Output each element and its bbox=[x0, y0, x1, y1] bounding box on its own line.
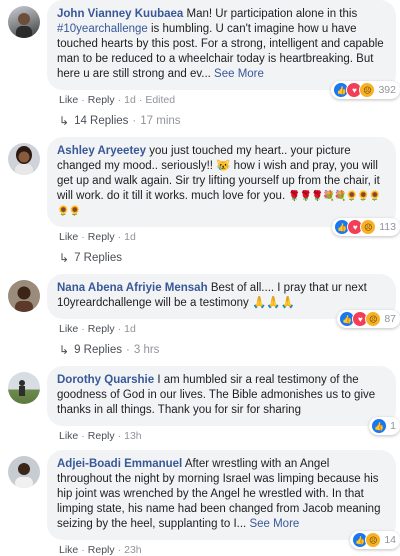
reply-link[interactable]: Reply bbox=[88, 430, 115, 442]
sad-icon: ☹ bbox=[360, 219, 377, 235]
reaction-count: 1 bbox=[390, 419, 396, 432]
comment: Nana Abena Afriyie Mensah Best of all...… bbox=[8, 274, 400, 357]
comment-actions: Like · Reply · 13h bbox=[59, 430, 142, 442]
see-more-link[interactable]: See More bbox=[214, 68, 264, 80]
reply-link[interactable]: Reply bbox=[88, 231, 115, 243]
replies-time: 17 mins bbox=[140, 115, 181, 127]
comment-bubble: Dorothy Quarshie I am humbled sir a real… bbox=[47, 366, 400, 435]
reaction-badge[interactable]: 👍 ☹ 14 bbox=[350, 531, 400, 549]
comment-time[interactable]: 1d bbox=[124, 231, 136, 243]
reaction-badge[interactable]: 👍 ♥ ☹ 113 bbox=[332, 218, 400, 236]
reply-link[interactable]: Reply bbox=[88, 94, 115, 106]
reply-arrow-icon: ↳ bbox=[59, 343, 70, 357]
comment-time[interactable]: 13h bbox=[124, 430, 142, 442]
replies-count[interactable]: 9 Replies bbox=[74, 344, 122, 356]
avatar[interactable] bbox=[8, 372, 40, 404]
comment: Dorothy Quarshie I am humbled sir a real… bbox=[8, 366, 400, 442]
reaction-badge[interactable]: 👍 ♥ ☹ 392 bbox=[331, 81, 400, 99]
like-icon: 👍 bbox=[371, 418, 388, 434]
reaction-badge[interactable]: 👍 ♥ ☹ 87 bbox=[337, 310, 400, 328]
like-link[interactable]: Like bbox=[59, 544, 78, 556]
like-link[interactable]: Like bbox=[59, 323, 78, 335]
comment-bubble: Ashley Aryeetey you just touched my hear… bbox=[47, 137, 400, 236]
edited-label: Edited bbox=[145, 94, 176, 106]
comment-actions: Like · Reply · 23h bbox=[59, 544, 142, 556]
like-link[interactable]: Like bbox=[59, 94, 78, 106]
avatar[interactable] bbox=[8, 6, 40, 38]
comment-time[interactable]: 23h bbox=[124, 544, 142, 556]
view-replies-link[interactable]: ↳ 7 Replies bbox=[59, 251, 396, 265]
comment-author[interactable]: Nana Abena Afriyie Mensah bbox=[57, 282, 208, 294]
comment: Adjei-Boadi Emmanuel After wrestling wit… bbox=[8, 450, 400, 556]
like-link[interactable]: Like bbox=[59, 231, 78, 243]
replies-time: 3 hrs bbox=[133, 344, 160, 356]
comment-bubble: Adjei-Boadi Emmanuel After wrestling wit… bbox=[47, 450, 400, 549]
comment-time[interactable]: 1d bbox=[124, 323, 136, 335]
replies-count[interactable]: 14 Replies bbox=[74, 115, 128, 127]
hashtag-link[interactable]: #10yearchallenge bbox=[57, 23, 148, 35]
reply-arrow-icon: ↳ bbox=[59, 251, 70, 265]
comment-author[interactable]: Ashley Aryeetey bbox=[57, 145, 146, 157]
comment-bubble: John Vianney Kuubaea Man! Ur participati… bbox=[47, 0, 400, 99]
reaction-count: 87 bbox=[384, 312, 396, 325]
avatar[interactable] bbox=[8, 280, 40, 312]
like-link[interactable]: Like bbox=[59, 430, 78, 442]
replies-count[interactable]: 7 Replies bbox=[74, 252, 122, 264]
sad-icon: ☹ bbox=[365, 311, 382, 327]
reaction-count: 113 bbox=[379, 220, 396, 233]
reaction-count: 392 bbox=[378, 83, 396, 96]
view-replies-link[interactable]: ↳ 9 Replies · 3 hrs bbox=[59, 343, 396, 357]
comment-author[interactable]: Adjei-Boadi Emmanuel bbox=[57, 458, 182, 470]
comment: Ashley Aryeetey you just touched my hear… bbox=[8, 137, 400, 265]
comment-author[interactable]: John Vianney Kuubaea bbox=[57, 8, 183, 20]
avatar[interactable] bbox=[8, 143, 40, 175]
comment-thread: John Vianney Kuubaea Man! Ur participati… bbox=[0, 0, 400, 556]
sad-icon: ☹ bbox=[359, 82, 376, 98]
see-more-link[interactable]: See More bbox=[249, 518, 299, 530]
avatar[interactable] bbox=[8, 456, 40, 488]
reply-link[interactable]: Reply bbox=[88, 544, 115, 556]
sad-icon: ☹ bbox=[365, 532, 382, 548]
comment-time[interactable]: 1d bbox=[124, 94, 136, 106]
comment-author[interactable]: Dorothy Quarshie bbox=[57, 374, 154, 386]
reaction-badge[interactable]: 👍 1 bbox=[369, 417, 400, 435]
reply-arrow-icon: ↳ bbox=[59, 114, 70, 128]
comment-text: Man! Ur participation alone in this bbox=[186, 8, 358, 20]
view-replies-link[interactable]: ↳ 14 Replies · 17 mins bbox=[59, 114, 396, 128]
comment: John Vianney Kuubaea Man! Ur participati… bbox=[8, 0, 400, 128]
reply-link[interactable]: Reply bbox=[88, 323, 115, 335]
comment-bubble: Nana Abena Afriyie Mensah Best of all...… bbox=[47, 274, 400, 328]
reaction-count: 14 bbox=[384, 533, 396, 546]
